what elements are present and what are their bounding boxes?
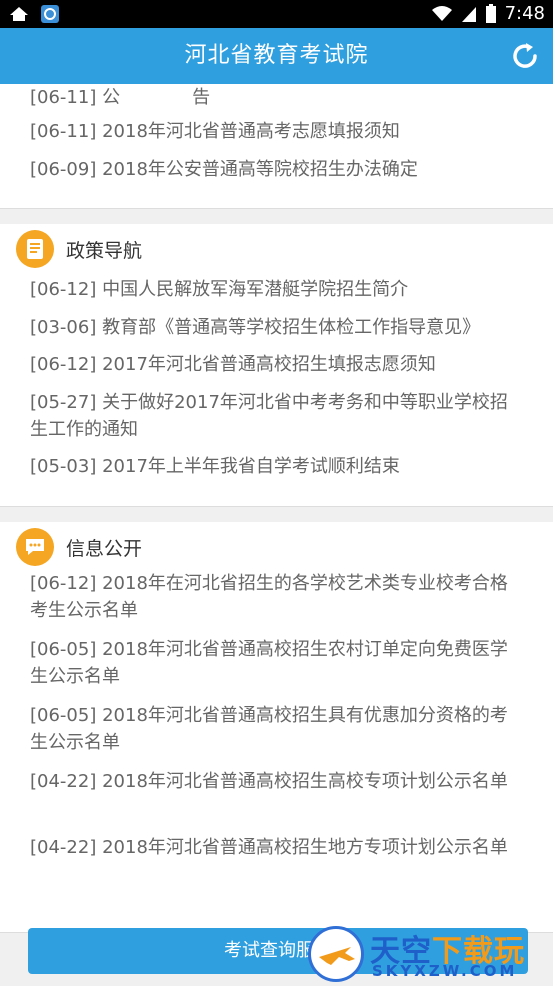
- item-text: 2017年上半年我省自学考试顺利结束: [102, 456, 400, 477]
- item-date: [06-12]: [30, 279, 97, 300]
- item-date: [06-11]: [30, 121, 97, 142]
- list-item[interactable]: [05-03] 2017年上半年我省自学考试顺利结束: [30, 453, 520, 480]
- list-item[interactable]: [04-22] 2018年河北省普通高校招生地方专项计划公示名单: [30, 834, 520, 861]
- item-text: 公 告: [102, 87, 211, 108]
- list-item[interactable]: [06-11] 公 告: [30, 84, 520, 111]
- divider: [0, 208, 553, 209]
- list-item[interactable]: [04-22] 2018年河北省普通高校招生高校专项计划公示名单: [30, 768, 520, 795]
- section-title: 政策导航: [66, 239, 143, 262]
- list-item[interactable]: [06-12] 2017年河北省普通高校招生填报志愿须知: [30, 351, 520, 378]
- item-date: [03-06]: [30, 317, 97, 338]
- signal-icon: [461, 6, 476, 22]
- item-text: 中国人民解放军海军潜艇学院招生简介: [102, 279, 409, 300]
- wifi-icon: [431, 5, 452, 21]
- list-item[interactable]: [06-09] 2018年公安普通高等院校招生办法确定: [30, 156, 520, 183]
- content-scroll[interactable]: [06-11] 公 告 [06-11] 2018年河北省普通高考志愿填报须知 […: [0, 84, 553, 986]
- item-date: [06-11]: [30, 87, 97, 108]
- news-card: [06-11] 公 告 [06-11] 2018年河北省普通高考志愿填报须知 […: [0, 84, 553, 208]
- item-text: 2018年河北省普通高校招生高校专项计划公示名单: [102, 771, 508, 792]
- chat-bubble-icon: [16, 528, 54, 566]
- item-date: [05-03]: [30, 456, 97, 477]
- app-bar: 河北省教育考试院: [0, 28, 553, 84]
- section-header: 信息公开: [16, 528, 142, 566]
- list-item[interactable]: [05-27] 关于做好2017年河北省中考考务和中等职业学校招生工作的通知: [30, 389, 520, 443]
- page-title: 河北省教育考试院: [184, 43, 369, 68]
- item-text: 2018年河北省普通高考志愿填报须知: [102, 121, 400, 142]
- item-date: [06-12]: [30, 573, 97, 594]
- list-item[interactable]: [06-05] 2018年河北省普通高校招生具有优惠加分资格的考生公示名单: [30, 702, 520, 756]
- watermark-subtitle: SKYXZW.COM: [372, 962, 518, 980]
- item-text: 2018年河北省普通高校招生地方专项计划公示名单: [102, 837, 508, 858]
- document-icon: [16, 230, 54, 268]
- list-item[interactable]: [06-12] 中国人民解放军海军潜艇学院招生简介: [30, 276, 520, 303]
- item-text: 关于做好2017年河北省中考考务和中等职业学校招生工作的通知: [30, 392, 508, 440]
- info-card: 信息公开 [06-12] 2018年在河北省招生的各学校艺术类专业校考合格考生公…: [0, 522, 553, 932]
- item-date: [06-05]: [30, 705, 97, 726]
- item-text: 2018年河北省普通高校招生农村订单定向免费医学生公示名单: [30, 639, 508, 687]
- item-date: [05-27]: [30, 392, 97, 413]
- list-item[interactable]: [06-11] 2018年河北省普通高考志愿填报须知: [30, 118, 520, 145]
- list-item[interactable]: [06-05] 2018年河北省普通高校招生农村订单定向免费医学生公示名单: [30, 636, 520, 690]
- app-notification-icon: [41, 5, 59, 23]
- section-header: 政策导航: [16, 230, 142, 268]
- item-date: [04-22]: [30, 837, 97, 858]
- status-bar: 7:48: [0, 0, 553, 28]
- item-date: [06-05]: [30, 639, 97, 660]
- item-date: [06-12]: [30, 354, 97, 375]
- divider: [0, 506, 553, 507]
- refresh-icon[interactable]: [509, 40, 541, 72]
- item-date: [06-09]: [30, 159, 97, 180]
- watermark-logo: 天空下载玩 SKYXZW.COM: [300, 922, 553, 986]
- plane-logo-icon: [308, 926, 364, 982]
- home-icon: [10, 7, 28, 21]
- list-item[interactable]: [06-12] 2018年在河北省招生的各学校艺术类专业校考合格考生公示名单: [30, 570, 520, 624]
- policy-card: 政策导航 [06-12] 中国人民解放军海军潜艇学院招生简介 [03-06] 教…: [0, 224, 553, 506]
- item-text: 2018年在河北省招生的各学校艺术类专业校考合格考生公示名单: [30, 573, 508, 621]
- item-date: [04-22]: [30, 771, 97, 792]
- item-text: 教育部《普通高等学校招生体检工作指导意见》: [102, 317, 481, 338]
- item-text: 2017年河北省普通高校招生填报志愿须知: [102, 354, 436, 375]
- status-time: 7:48: [504, 3, 545, 24]
- item-text: 2018年公安普通高等院校招生办法确定: [102, 159, 418, 180]
- section-title: 信息公开: [66, 537, 143, 560]
- list-item[interactable]: [03-06] 教育部《普通高等学校招生体检工作指导意见》: [30, 314, 520, 341]
- item-text: 2018年河北省普通高校招生具有优惠加分资格的考生公示名单: [30, 705, 508, 753]
- battery-icon: [485, 3, 496, 23]
